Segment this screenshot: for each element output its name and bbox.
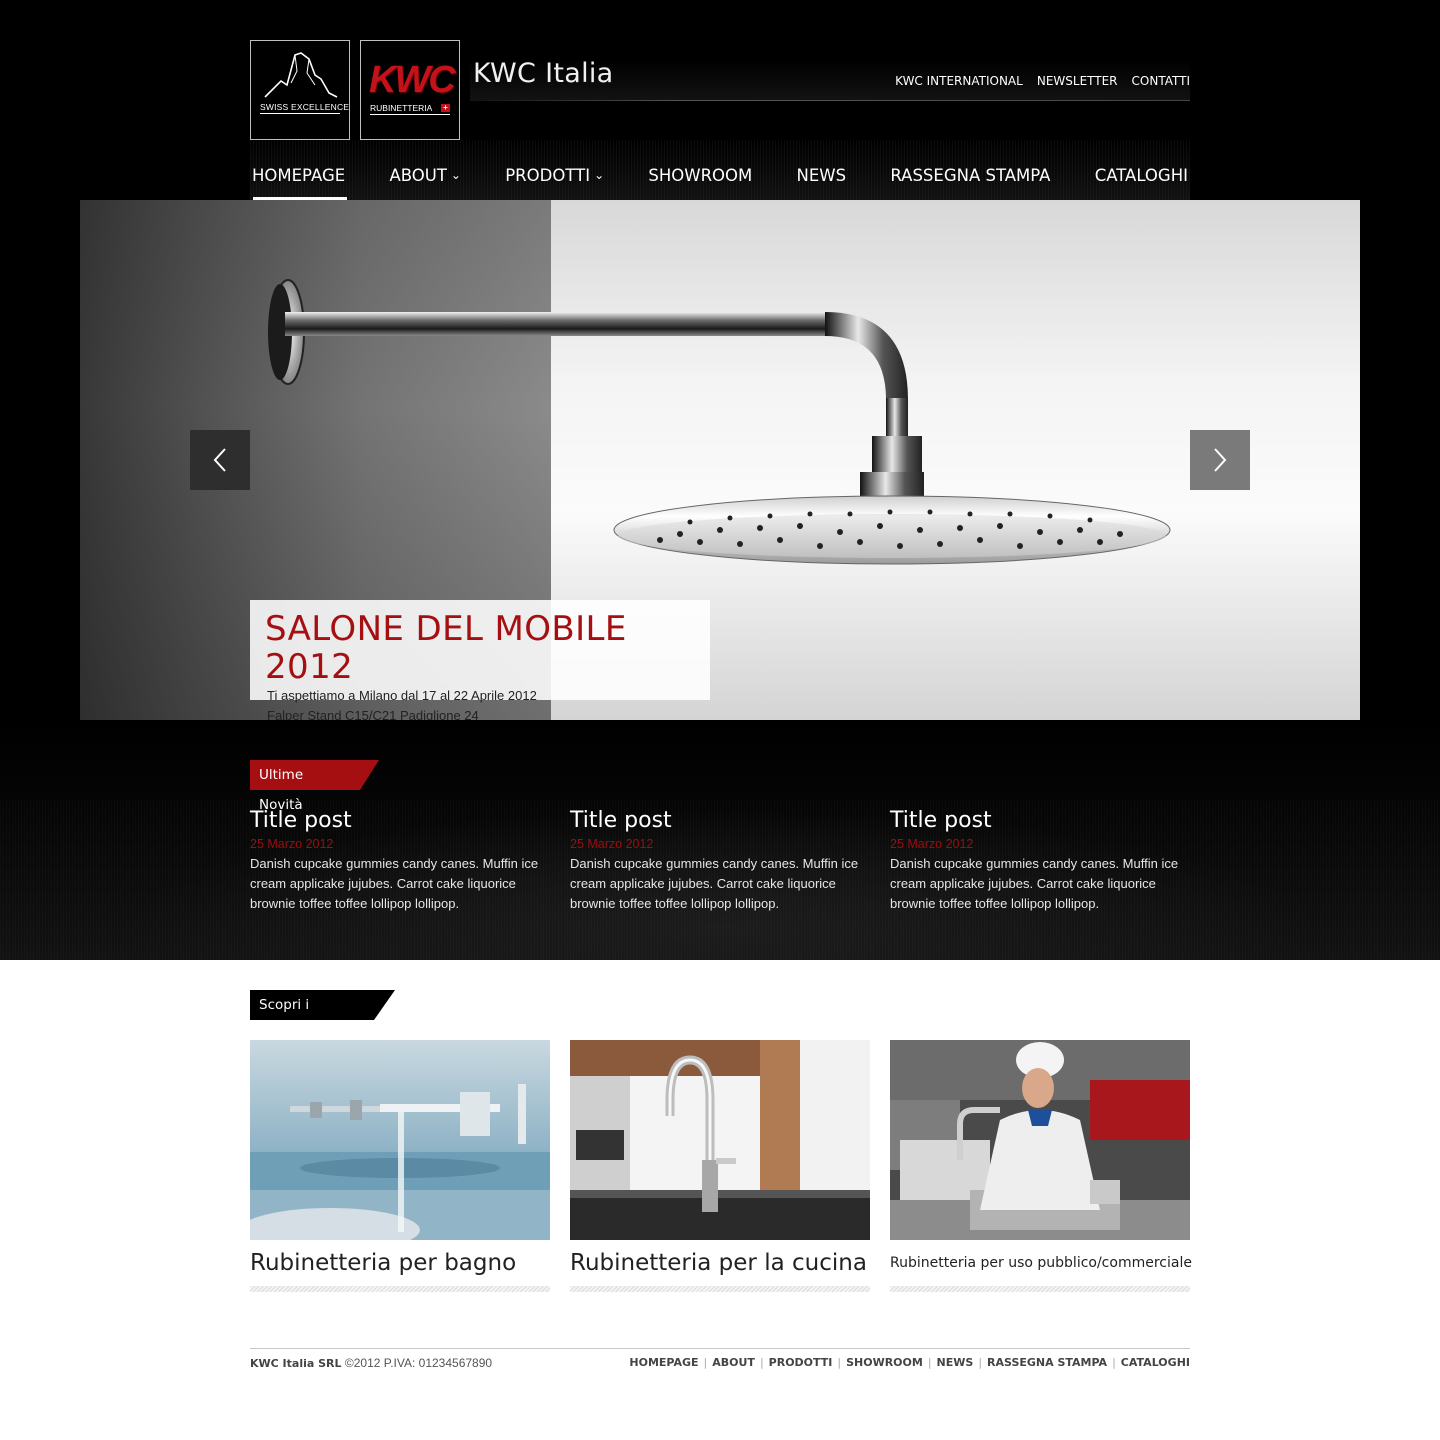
nav-label: PRODOTTI <box>505 166 591 185</box>
section-label-products: Scopri i prodotti <box>250 990 395 1043</box>
footer-copyright: KWC Italia SRL ©2012 P.IVA: 01234567890 <box>250 1356 492 1370</box>
link-contatti[interactable]: CONTATTI <box>1132 74 1190 88</box>
kwc-logo[interactable]: KWC RUBINETTERIA + <box>360 40 460 140</box>
news-excerpt: Danish cupcake gummies candy canes. Muff… <box>890 856 1179 911</box>
nav-label: CATALOGHI <box>1094 166 1188 185</box>
slider-next-button[interactable] <box>1190 430 1250 490</box>
nav-item-showroom[interactable]: SHOWROOM <box>646 166 754 200</box>
matterhorn-icon <box>264 52 338 98</box>
footer-copyright-text: ©2012 P.IVA: 01234567890 <box>344 1356 493 1370</box>
product-label[interactable]: Rubinetteria per uso pubblico/commercial… <box>890 1248 1192 1286</box>
site-title: KWC Italia <box>473 58 614 89</box>
chef-kitchen-image <box>890 1040 1190 1240</box>
nav-item-cataloghi[interactable]: CATALOGHI <box>1093 166 1190 200</box>
slide-line-2: Falper Stand C15/C21 Padiglione 24 <box>267 708 479 720</box>
footer-link-prodotti[interactable]: PRODOTTI <box>769 1356 833 1369</box>
product-card-cucina[interactable]: Rubinetteria per la cucina <box>570 1040 870 1292</box>
nav-item-homepage[interactable]: HOMEPAGE <box>250 166 348 200</box>
separator: | <box>927 1356 932 1369</box>
news-excerpt: Danish cupcake gummies candy canes. Muff… <box>250 856 539 911</box>
separator: | <box>759 1356 764 1369</box>
nav-label: ABOUT <box>389 166 447 185</box>
news-date: 25 Marzo 2012 <box>890 837 974 851</box>
logo-caption: SWISS EXCELLENCE <box>260 102 350 114</box>
slider-prev-button[interactable] <box>190 430 250 490</box>
nav-label: RASSEGNA STAMPA <box>890 166 1051 185</box>
top-links: KWC INTERNATIONAL NEWSLETTER CONTATTI <box>895 74 1190 88</box>
slide-title: SALONE DEL MOBILE 2012 <box>265 609 627 687</box>
kwc-subtitle-text: RUBINETTERIA <box>370 103 433 113</box>
slide-line-1: Ti aspettiamo a Milano dal 17 al 22 Apri… <box>267 688 537 703</box>
separator: | <box>1112 1356 1116 1369</box>
chevron-down-icon: ⌄ <box>594 168 605 182</box>
link-kwc-international[interactable]: KWC INTERNATIONAL <box>895 74 1023 88</box>
product-card-bagno[interactable]: Rubinetteria per bagno <box>250 1040 550 1292</box>
nav-label: NEWS <box>796 166 847 185</box>
slide-caption[interactable]: SALONE DEL MOBILE 2012 Ti aspettiamo a M… <box>250 600 710 720</box>
hero-slider: SALONE DEL MOBILE 2012 Ti aspettiamo a M… <box>80 200 1360 720</box>
separator: | <box>837 1356 842 1369</box>
news-date: 25 Marzo 2012 <box>250 837 334 851</box>
news-title[interactable]: Title post <box>890 806 1190 836</box>
divider <box>890 1286 1190 1292</box>
news-excerpt: Danish cupcake gummies candy canes. Muff… <box>570 856 859 911</box>
swiss-flag-icon: + <box>441 104 450 112</box>
separator: | <box>703 1356 708 1369</box>
chevron-left-icon <box>213 448 226 472</box>
nav-label: SHOWROOM <box>648 166 753 185</box>
footer-link-rassegna-stampa[interactable]: RASSEGNA STAMPA <box>987 1356 1107 1369</box>
separator: | <box>978 1356 983 1369</box>
footer-link-about[interactable]: ABOUT <box>712 1356 755 1369</box>
footer-link-news[interactable]: NEWS <box>937 1356 974 1369</box>
header-divider <box>470 100 1190 101</box>
product-label[interactable]: Rubinetteria per la cucina <box>570 1248 870 1286</box>
product-image-commerciale[interactable] <box>890 1040 1190 1240</box>
main-nav: HOMEPAGE ABOUT ⌄ PRODOTTI ⌄ SHOWROOM NEWS … <box>250 166 1190 200</box>
news-post[interactable]: Title post 25 Marzo 2012 Danish cupcake … <box>890 806 1190 914</box>
footer-company: KWC Italia SRL <box>250 1357 342 1370</box>
footer-nav: HOMEPAGE | ABOUT | PRODOTTI | SHOWROOM | NEW… <box>629 1356 1190 1369</box>
swiss-excellence-logo[interactable]: SWISS EXCELLENCE <box>250 40 350 140</box>
news-post[interactable]: Title post 25 Marzo 2012 Danish cupcake … <box>250 806 550 914</box>
kitchen-faucet-image <box>570 1040 870 1240</box>
divider <box>570 1286 870 1292</box>
product-label[interactable]: Rubinetteria per bagno <box>250 1248 550 1286</box>
bathroom-faucet-image <box>250 1040 550 1240</box>
nav-item-prodotti[interactable]: PRODOTTI ⌄ <box>503 166 606 200</box>
chevron-down-icon: ⌄ <box>450 168 461 182</box>
divider <box>250 1286 550 1292</box>
nav-label: HOMEPAGE <box>252 166 346 185</box>
news-post[interactable]: Title post 25 Marzo 2012 Danish cupcake … <box>570 806 870 914</box>
news-title[interactable]: Title post <box>570 806 870 836</box>
news-date: 25 Marzo 2012 <box>570 837 654 851</box>
section-label-news: Ultime Novità <box>250 760 379 813</box>
nav-item-rassegna-stampa[interactable]: RASSEGNA STAMPA <box>888 166 1052 200</box>
link-newsletter[interactable]: NEWSLETTER <box>1037 74 1118 88</box>
kwc-wordmark: KWC <box>369 59 456 101</box>
footer-link-showroom[interactable]: SHOWROOM <box>846 1356 923 1369</box>
product-image-bagno[interactable] <box>250 1040 550 1240</box>
chevron-right-icon <box>1214 448 1227 472</box>
footer-link-homepage[interactable]: HOMEPAGE <box>629 1356 698 1369</box>
product-image-cucina[interactable] <box>570 1040 870 1240</box>
nav-item-about[interactable]: ABOUT ⌄ <box>387 166 463 200</box>
footer-divider <box>250 1348 1190 1349</box>
product-card-commerciale[interactable]: Rubinetteria per uso pubblico/commercial… <box>890 1040 1192 1292</box>
kwc-subtitle: RUBINETTERIA + <box>370 103 450 115</box>
news-title[interactable]: Title post <box>250 806 550 836</box>
footer-link-cataloghi[interactable]: CATALOGHI <box>1121 1356 1190 1369</box>
nav-item-news[interactable]: NEWS <box>795 166 849 200</box>
